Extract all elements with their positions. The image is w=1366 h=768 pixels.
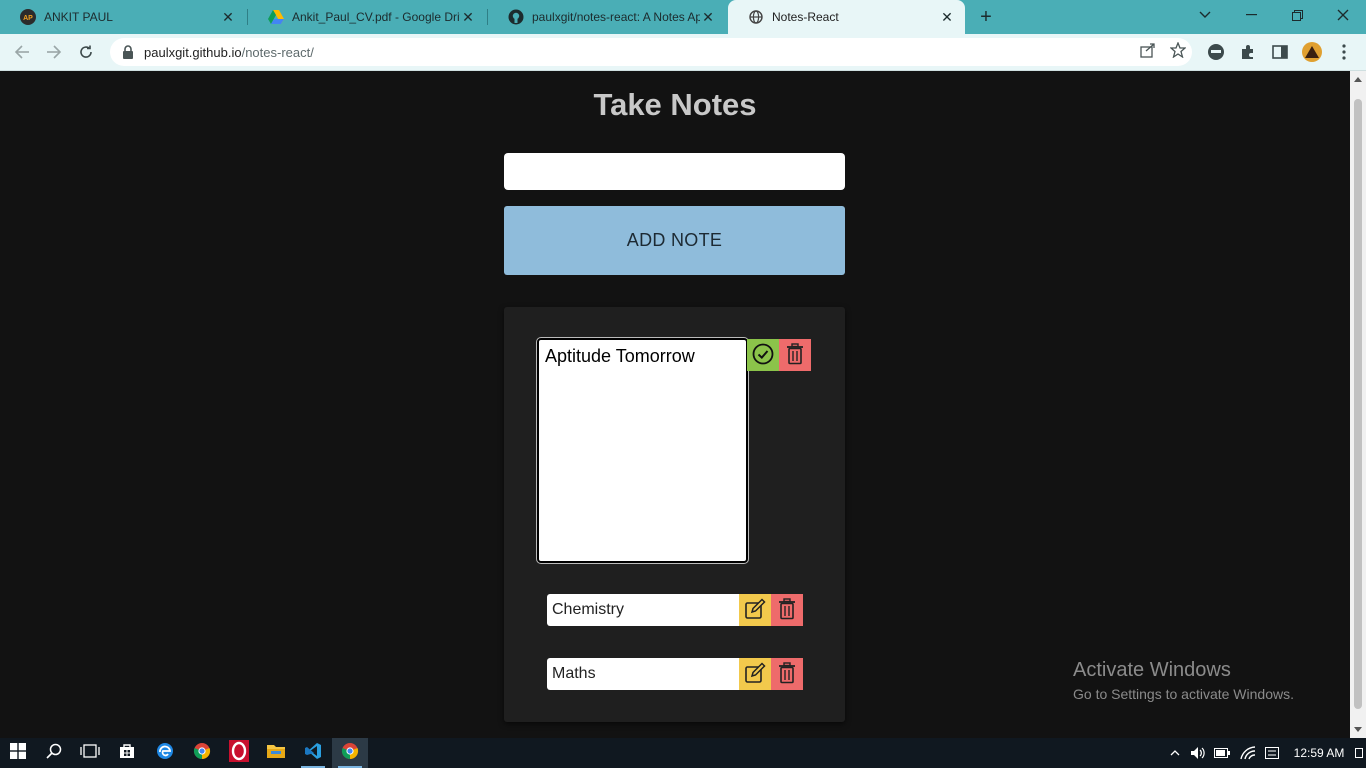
minimize-button[interactable] [1228, 0, 1274, 30]
note-text: Maths [547, 658, 739, 690]
tab-google-drive[interactable]: Ankit_Paul_CV.pdf - Google Drive ✕ [248, 0, 486, 34]
scroll-up-arrow-icon[interactable] [1354, 77, 1362, 82]
close-icon[interactable]: ✕ [460, 9, 476, 25]
taskbar-store[interactable] [109, 738, 145, 768]
volume-icon[interactable] [1188, 738, 1208, 768]
check-circle-icon [752, 343, 774, 368]
taskbar-edge[interactable] [147, 738, 183, 768]
url-text: paulxgit.github.io/notes-react/ [144, 44, 314, 60]
edit-note-button[interactable] [739, 658, 771, 690]
chrome-icon [341, 742, 359, 765]
opera-icon [229, 739, 249, 767]
search-button[interactable] [36, 738, 72, 768]
delete-note-button[interactable] [779, 339, 811, 371]
trash-icon [777, 661, 797, 687]
trash-icon [785, 342, 805, 368]
delete-note-button[interactable] [771, 658, 803, 690]
close-icon[interactable]: ✕ [700, 9, 716, 25]
tab-notes-react[interactable]: Notes-React ✕ [728, 0, 965, 34]
list-item: Chemistry [547, 594, 803, 626]
close-icon[interactable]: ✕ [939, 9, 955, 25]
battery-icon[interactable] [1212, 738, 1232, 768]
store-bag-icon [119, 743, 135, 764]
reload-button[interactable] [74, 40, 98, 64]
language-keyboard-icon[interactable] [1262, 738, 1282, 768]
add-note-button[interactable]: ADD NOTE [504, 206, 845, 275]
chrome-icon [193, 742, 211, 765]
note-input[interactable] [504, 153, 845, 190]
vscode-icon [304, 742, 322, 765]
save-note-button[interactable] [747, 339, 779, 371]
bookmark-star-icon[interactable] [1169, 41, 1187, 63]
lock-icon [122, 45, 136, 59]
task-view-button[interactable] [72, 738, 108, 768]
task-view-icon [80, 743, 100, 763]
extensions-puzzle-icon[interactable] [1238, 42, 1258, 62]
close-icon[interactable]: ✕ [220, 9, 236, 25]
delete-note-button[interactable] [771, 594, 803, 626]
activate-windows-watermark: Activate Windows Go to Settings to activ… [1073, 659, 1294, 702]
tab-title: Ankit_Paul_CV.pdf - Google Drive [292, 10, 460, 24]
forward-button[interactable] [42, 40, 66, 64]
svg-text:AP: AP [23, 15, 33, 22]
extension-spy-icon[interactable] [1206, 42, 1226, 62]
notes-app-page: Take Notes ADD NOTE Aptitude Tomorrow Ch… [0, 71, 1350, 738]
tab-search-chevron-icon[interactable] [1182, 0, 1228, 30]
address-bar[interactable]: paulxgit.github.io/notes-react/ [110, 38, 1192, 66]
start-button[interactable] [0, 738, 36, 768]
note-text: Chemistry [547, 594, 739, 626]
tray-chevron-up-icon[interactable] [1166, 738, 1184, 768]
edit-note-button[interactable] [739, 594, 771, 626]
clock[interactable]: 12:59 AM [1288, 738, 1350, 768]
notes-list-panel: Aptitude Tomorrow Chemistry Maths [504, 307, 845, 722]
taskbar-opera[interactable] [221, 738, 257, 768]
edge-icon [156, 742, 174, 765]
windows-logo-icon [10, 742, 26, 764]
tab-github[interactable]: paulxgit/notes-react: A Notes Ap ✕ [488, 0, 726, 34]
tab-title: ANKIT PAUL [44, 10, 113, 24]
browser-toolbar: paulxgit.github.io/notes-react/ [0, 34, 1366, 71]
google-drive-icon [268, 9, 284, 25]
share-icon[interactable] [1140, 42, 1156, 63]
taskbar-file-explorer[interactable] [258, 738, 294, 768]
trash-icon [777, 597, 797, 623]
pencil-icon [744, 597, 766, 623]
folder-icon [267, 743, 285, 763]
scrollbar-thumb[interactable] [1354, 99, 1362, 709]
kebab-menu-icon[interactable] [1334, 42, 1354, 62]
scroll-down-arrow-icon[interactable] [1354, 727, 1362, 732]
page-title: Take Notes [593, 87, 757, 122]
note-edit-textarea[interactable]: Aptitude Tomorrow [537, 338, 748, 563]
back-button[interactable] [10, 40, 34, 64]
restore-button[interactable] [1274, 0, 1320, 30]
globe-icon [748, 9, 764, 25]
close-window-button[interactable] [1320, 0, 1366, 30]
wifi-icon[interactable] [1236, 738, 1260, 768]
tab-title: paulxgit/notes-react: A Notes Ap [532, 10, 700, 24]
browser-tab-strip: AP ANKIT PAUL ✕ Ankit_Paul_CV.pdf - Goog… [0, 0, 1366, 34]
notification-center-icon[interactable] [1354, 738, 1364, 768]
taskbar-vscode[interactable] [295, 738, 331, 768]
list-item: Maths [547, 658, 803, 690]
taskbar-chrome[interactable] [184, 738, 220, 768]
taskbar-chrome-active[interactable] [332, 738, 368, 768]
page-scrollbar[interactable] [1350, 71, 1366, 738]
tab-ankit-paul[interactable]: AP ANKIT PAUL ✕ [0, 0, 246, 34]
ap-logo-icon: AP [20, 9, 36, 25]
watermark-title: Activate Windows [1073, 659, 1231, 681]
search-icon [46, 743, 62, 764]
tab-title: Notes-React [772, 10, 839, 24]
github-icon [508, 9, 524, 25]
pencil-icon [744, 661, 766, 687]
windows-taskbar: 12:59 AM [0, 738, 1366, 768]
watermark-subtitle: Go to Settings to activate Windows. [1073, 686, 1294, 702]
new-tab-button[interactable]: + [976, 7, 996, 27]
side-panel-icon[interactable] [1270, 42, 1290, 62]
profile-avatar[interactable] [1302, 42, 1322, 62]
